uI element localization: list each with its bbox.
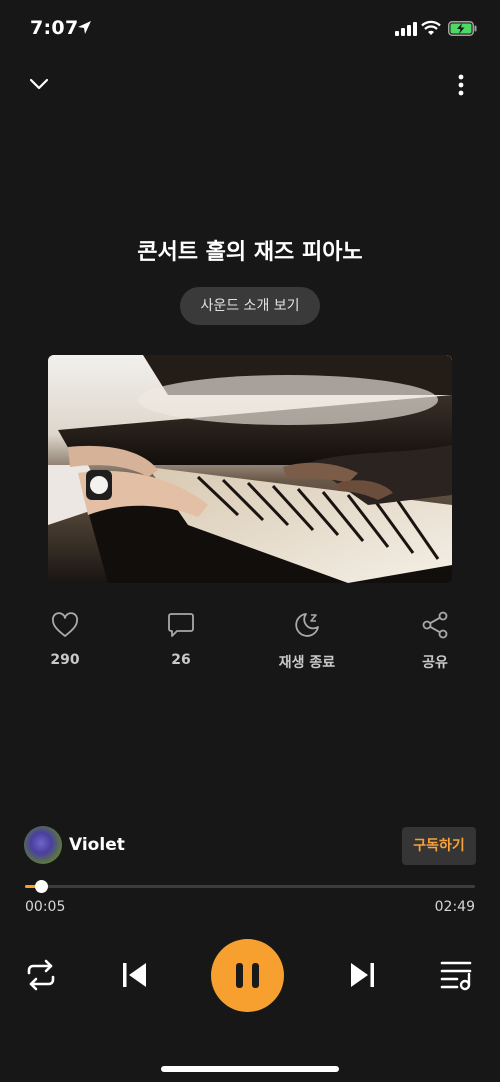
moon-sleep-icon xyxy=(295,613,319,637)
artist-name[interactable]: Violet xyxy=(69,835,125,855)
share-button[interactable]: 공유 xyxy=(390,610,480,672)
skip-previous-icon[interactable] xyxy=(120,960,150,990)
sleep-timer-label: 재생 종료 xyxy=(278,655,336,671)
status-time: 7:07 xyxy=(30,17,79,39)
location-arrow-icon xyxy=(78,21,91,34)
elapsed-time: 00:05 xyxy=(25,899,66,915)
subscribe-button[interactable]: 구독하기 xyxy=(402,827,476,865)
pause-icon xyxy=(236,963,259,988)
wifi-icon xyxy=(421,20,441,35)
playlist-icon[interactable] xyxy=(440,958,474,992)
track-artwork xyxy=(48,355,452,583)
piano-artwork-illustration xyxy=(48,355,452,583)
player-screen: 7:07 콘서트 홀의 재즈 피아노 사운드 소개 보기 290 26 재생 종… xyxy=(0,0,500,1082)
track-title: 콘서트 홀의 재즈 피아노 xyxy=(137,240,363,265)
comment-button[interactable]: 26 xyxy=(136,610,226,668)
skip-next-icon[interactable] xyxy=(347,960,377,990)
more-vertical-icon[interactable] xyxy=(452,72,470,98)
share-label: 공유 xyxy=(422,655,448,671)
battery-charging-icon xyxy=(448,21,477,36)
sound-intro-button[interactable]: 사운드 소개 보기 xyxy=(180,287,320,325)
repeat-icon[interactable] xyxy=(24,958,58,992)
artist-avatar[interactable] xyxy=(24,826,62,864)
share-icon xyxy=(422,611,448,639)
heart-icon xyxy=(52,612,78,637)
sleep-timer-button[interactable]: 재생 종료 xyxy=(262,610,352,672)
pause-button[interactable] xyxy=(211,939,284,1012)
progress-knob[interactable] xyxy=(34,880,48,893)
like-button[interactable]: 290 xyxy=(20,610,110,668)
status-bar: 7:07 xyxy=(0,0,500,58)
progress-bar[interactable] xyxy=(25,880,475,893)
total-time: 02:49 xyxy=(434,899,475,915)
like-count: 290 xyxy=(50,652,80,668)
chevron-down-icon[interactable] xyxy=(26,73,52,95)
comment-icon xyxy=(168,613,194,637)
signal-icon xyxy=(395,22,417,36)
comment-count: 26 xyxy=(171,652,191,668)
home-indicator xyxy=(161,1066,339,1072)
